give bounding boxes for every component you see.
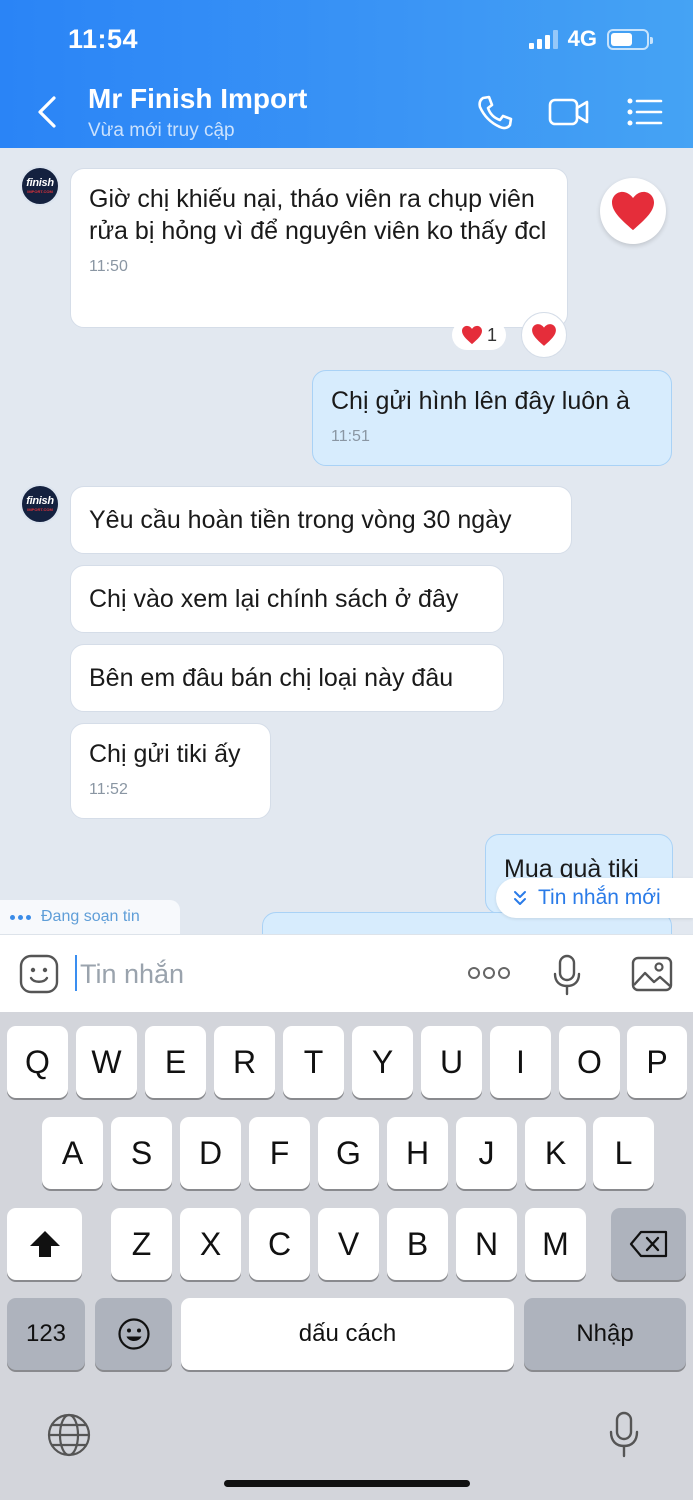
key-x[interactable]: X	[180, 1208, 241, 1280]
more-options-icon[interactable]	[466, 963, 512, 983]
message-text: Giờ chị khiếu nại, tháo viên ra chụp viê…	[89, 185, 547, 245]
key-v[interactable]: V	[318, 1208, 379, 1280]
key-a[interactable]: A	[42, 1117, 103, 1189]
sticker-emoji-icon[interactable]	[18, 953, 60, 995]
globe-icon[interactable]	[46, 1412, 92, 1458]
key-g[interactable]: G	[318, 1117, 379, 1189]
key-s[interactable]: S	[111, 1117, 172, 1189]
key-k[interactable]: K	[525, 1117, 586, 1189]
message-bubble[interactable]: Yêu cầu hoàn tiền trong vòng 30 ngày	[70, 486, 572, 554]
key-z[interactable]: Z	[111, 1208, 172, 1280]
key-p[interactable]: P	[627, 1026, 687, 1098]
backspace-key[interactable]	[611, 1208, 686, 1280]
home-indicator[interactable]	[224, 1480, 470, 1487]
shift-key[interactable]	[7, 1208, 82, 1280]
message-text: Bên em đâu bán chị loại này đâu	[89, 664, 454, 692]
battery-icon	[607, 28, 653, 50]
reaction-count[interactable]: 1	[452, 320, 506, 350]
emoji-face-icon	[117, 1318, 150, 1350]
phone-call-icon[interactable]	[474, 92, 516, 132]
key-y[interactable]: Y	[352, 1026, 413, 1098]
double-chevron-down-icon	[514, 891, 526, 905]
message-text: Yêu cầu hoàn tiền trong vòng 30 ngày	[89, 506, 512, 534]
message-bubble[interactable]: Bên em đâu bán chị loại này đâu	[70, 644, 504, 712]
message-input-bar: Tin nhắn	[0, 934, 693, 1012]
key-e[interactable]: E	[145, 1026, 206, 1098]
return-key[interactable]: Nhập	[524, 1298, 686, 1370]
back-arrow-icon[interactable]	[30, 92, 66, 132]
key-h[interactable]: H	[387, 1117, 448, 1189]
status-time: 11:54	[68, 24, 139, 54]
microphone-icon[interactable]	[550, 953, 584, 997]
message-text: Chị vào xem lại chính sách ở đây	[89, 585, 459, 613]
network-type: 4G	[567, 26, 597, 51]
key-i[interactable]: I	[490, 1026, 551, 1098]
video-call-icon[interactable]	[548, 92, 590, 132]
key-f[interactable]: F	[249, 1117, 310, 1189]
message-time: 11:52	[89, 781, 128, 798]
avatar[interactable]: finish IMPORT.COM	[20, 484, 60, 524]
image-gallery-icon[interactable]	[630, 955, 674, 993]
chat-header: 11:54 4G Mr Finish Import Vừa mới truy c…	[0, 0, 693, 148]
emoji-key[interactable]	[95, 1298, 172, 1370]
contact-status: Vừa mới truy cập	[88, 120, 235, 141]
key-u[interactable]: U	[421, 1026, 482, 1098]
heart-icon	[461, 325, 482, 345]
typing-indicator: Đang soạn tin	[0, 900, 180, 934]
message-list[interactable]: finish IMPORT.COM Giờ chị khiếu nại, tháo…	[0, 148, 693, 934]
key-w[interactable]: W	[76, 1026, 137, 1098]
key-q[interactable]: Q	[7, 1026, 68, 1098]
text-cursor	[75, 955, 77, 991]
message-time: 11:51	[331, 428, 370, 445]
space-key[interactable]: dấu cách	[181, 1298, 514, 1370]
heart-icon	[612, 191, 654, 231]
menu-list-icon[interactable]	[624, 92, 666, 132]
typing-dots-icon	[10, 914, 31, 920]
key-t[interactable]: T	[283, 1026, 344, 1098]
key-b[interactable]: B	[387, 1208, 448, 1280]
key-c[interactable]: C	[249, 1208, 310, 1280]
message-input[interactable]: Tin nhắn	[80, 959, 184, 990]
message-bubble[interactable]: Chị gửi hình lên đây luôn à 11:51	[312, 370, 672, 466]
message-bubble[interactable]: Chị vào xem lại chính sách ở đây	[70, 565, 504, 633]
message-bubble[interactable]: Giờ chị khiếu nại, tháo viên ra chụp viê…	[70, 168, 568, 328]
message-text: Chị gửi hình lên đây luôn à	[331, 387, 630, 415]
message-bubble[interactable]: Chị gửi tiki ấy 11:52	[70, 723, 271, 819]
heart-icon	[532, 324, 556, 346]
backspace-icon	[629, 1230, 667, 1258]
avatar[interactable]: finish IMPORT.COM	[20, 166, 60, 206]
key-l[interactable]: L	[593, 1117, 654, 1189]
typing-label: Đang soạn tin	[41, 908, 140, 925]
signal-icon	[528, 29, 558, 49]
dictation-mic-icon[interactable]	[604, 1410, 644, 1460]
key-j[interactable]: J	[456, 1117, 517, 1189]
key-r[interactable]: R	[214, 1026, 275, 1098]
contact-name[interactable]: Mr Finish Import	[88, 83, 307, 115]
key-o[interactable]: O	[559, 1026, 620, 1098]
status-indicators: 4G	[528, 26, 653, 52]
reaction-count-number: 1	[486, 324, 497, 345]
key-d[interactable]: D	[180, 1117, 241, 1189]
heart-reaction-large[interactable]	[600, 178, 666, 244]
message-time: 11:50	[89, 258, 128, 275]
message-text: Chị gửi tiki ấy	[89, 740, 241, 768]
shift-arrow-icon	[29, 1231, 60, 1257]
key-n[interactable]: N	[456, 1208, 517, 1280]
react-button[interactable]	[521, 312, 567, 358]
new-message-label: Tin nhắn mới	[538, 886, 661, 909]
new-message-button[interactable]: Tin nhắn mới	[496, 878, 693, 918]
numbers-key[interactable]: 123	[7, 1298, 85, 1370]
key-m[interactable]: M	[525, 1208, 586, 1280]
